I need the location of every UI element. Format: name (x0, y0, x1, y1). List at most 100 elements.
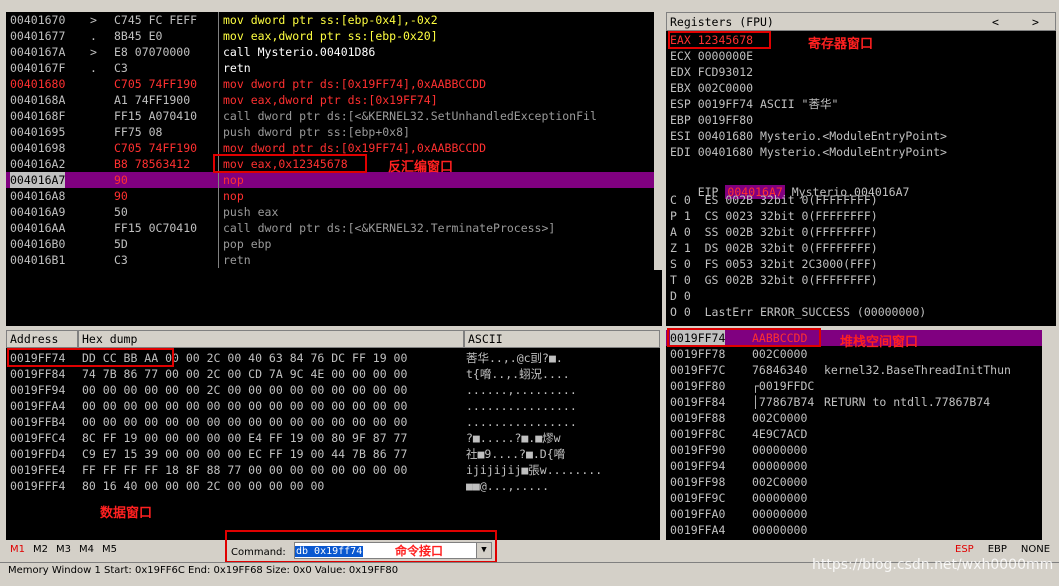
memory-tab-m3[interactable]: M3 (56, 544, 71, 555)
disasm-instruction: mov dword ptr ss:[ebp-0x4],-0x2 (218, 12, 438, 28)
disasm-row[interactable]: 0040168A A1 74FF1900 mov eax,dword ptr ds:… (6, 92, 660, 108)
stack-address: 0019FF80 (670, 379, 726, 393)
disasm-hex: 90 (114, 173, 128, 187)
stack-scrollbar[interactable] (1042, 330, 1056, 540)
memory-tab-m4[interactable]: M4 (79, 544, 94, 555)
dump-row[interactable]: 0019FFA4 00 00 00 00 00 00 00 00 00 00 00… (6, 398, 660, 414)
disasm-address: 00401698 (10, 141, 66, 155)
disasm-address: 00401695 (10, 125, 66, 139)
register-line[interactable]: ESP 0019FF74 ASCII "莕华" (670, 96, 838, 112)
dump-ascii: 社■9....?■.D{嗋 (466, 447, 566, 461)
dump-address: 0019FFA4 (10, 399, 66, 413)
disasm-hex: A1 74FF1900 (114, 93, 191, 107)
register-line[interactable]: EBP 0019FF80 (670, 112, 753, 128)
disasm-row[interactable]: 004016A7 90 nop (6, 172, 660, 188)
dump-col-hex[interactable]: Hex dump (78, 330, 464, 348)
stack-row[interactable]: 0019FF7C 76846340 kernel32.BaseThreadInitT… (666, 362, 1042, 378)
disasm-instruction: call dword ptr ds:[<&KERNEL32.TerminateP… (218, 220, 555, 236)
dump-row[interactable]: 0019FF84 74 7B 86 77 00 00 2C 00 CD 7A 9C… (6, 366, 660, 382)
stack-follow-esp-button[interactable]: ESP (955, 544, 974, 555)
nav-left-icon[interactable]: < (992, 13, 999, 31)
disasm-row[interactable]: 00401695 FF75 08 push dword ptr ss:[ebp+0x… (6, 124, 660, 140)
dump-row[interactable]: 0019FFC4 8C FF 19 00 00 00 00 00 E4 FF 19… (6, 430, 660, 446)
disasm-row[interactable]: 00401670 > C745 FC FEFF mov dword ptr ss:[e… (6, 12, 660, 28)
memory-tab-m2[interactable]: M2 (33, 544, 48, 555)
disasm-address: 004016B0 (10, 237, 66, 251)
stack-pane[interactable]: 0019FF74 AABBCCDD 0019FF78 002C0000 0019FF7C… (666, 330, 1042, 540)
dump-ascii: ......,......... (466, 383, 577, 397)
dump-row[interactable]: 0019FF94 00 00 00 00 00 00 2C 00 00 00 00… (6, 382, 660, 398)
dump-hex: 74 7B 86 77 00 00 2C 00 CD 7A 9C 4E 00 0… (82, 367, 408, 381)
register-line[interactable]: EBX 002C0000 (670, 80, 753, 96)
stack-row[interactable]: 0019FF94 00000000 (666, 458, 1042, 474)
stack-row[interactable]: 0019FF80 ┌0019FFDC (666, 378, 1042, 394)
dump-hex: C9 E7 15 39 00 00 00 00 EC FF 19 00 44 7… (82, 447, 408, 461)
stack-row[interactable]: 0019FFA0 00000000 (666, 506, 1042, 522)
stack-row[interactable]: 0019FFA4 00000000 (666, 522, 1042, 538)
memory-tab-m5[interactable]: M5 (102, 544, 117, 555)
disasm-row[interactable]: 004016A8 90 nop (6, 188, 660, 204)
stack-row[interactable]: 0019FF98 002C0000 (666, 474, 1042, 490)
disasm-instruction: pop ebp (218, 236, 271, 252)
stack-row[interactable]: 0019FF90 00000000 (666, 442, 1042, 458)
command-input[interactable]: db 0x19ff74 命令接口 ▼ (294, 542, 492, 559)
status-text: Memory Window 1 Start: 0x19FF6C End: 0x1… (8, 565, 399, 576)
register-line[interactable]: ESI 00401680 Mysterio.<ModuleEntryPoint> (670, 128, 947, 144)
stack-value: 00000000 (752, 523, 808, 537)
disasm-address: 00401680 (10, 77, 66, 91)
eip-row[interactable]: EIP 004016A7 Mysterio.004016A7 (670, 168, 909, 199)
register-line[interactable]: EDX FCD93012 (670, 64, 753, 80)
flag-line[interactable]: O 0 LastErr ERROR_SUCCESS (00000000) (670, 304, 926, 320)
disasm-row[interactable]: 004016AA FF15 0C70410 call dword ptr ds:[<… (6, 220, 660, 236)
dump-row[interactable]: 0019FFD4 C9 E7 15 39 00 00 00 00 EC FF 19… (6, 446, 660, 462)
disasm-row[interactable]: 004016A9 50 push eax (6, 204, 660, 220)
eax-highlight-box (668, 31, 771, 49)
disasm-row[interactable]: 004016B0 5D pop ebp (6, 236, 660, 252)
disasm-row[interactable]: 00401677. 8B45 E0 mov eax,dword ptr ss:[eb… (6, 28, 660, 44)
stack-value: 4E9C7ACD (752, 427, 808, 441)
flag-line[interactable]: T 0 GS 002B 32bit 0(FFFFFFFF) (670, 272, 878, 288)
disasm-address: 0040168F (10, 109, 66, 123)
disasm-instruction: push dword ptr ss:[ebp+0x8] (218, 124, 410, 140)
registers-pane[interactable]: Registers (FPU) < > EAX 12345678 ECX 0000… (666, 12, 1056, 326)
status-bar: Memory Window 1 Start: 0x19FF6C End: 0x1… (0, 557, 1059, 586)
stack-follow-ebp-button[interactable]: EBP (988, 544, 1007, 555)
dropdown-arrow-icon[interactable]: ▼ (476, 543, 491, 558)
stack-address: 0019FF9C (670, 491, 726, 505)
register-line[interactable]: EDI 00401680 Mysterio.<ModuleEntryPoint> (670, 144, 947, 160)
flag-line[interactable]: C 0 ES 002B 32bit 0(FFFFFFFF) (670, 192, 878, 208)
disassembler-pane[interactable]: 00401670 > C745 FC FEFF mov dword ptr ss:[e… (6, 12, 660, 270)
dump-row[interactable]: 0019FFB4 00 00 00 00 00 00 00 00 00 00 00… (6, 414, 660, 430)
dump-row[interactable]: 0019FFE4 FF FF FF FF 18 8F 88 77 00 00 00… (6, 462, 660, 478)
dump-row[interactable]: 0019FFF4 80 16 40 00 00 00 2C 00 00 00 00… (6, 478, 660, 494)
disasm-row[interactable]: 0040167F. C3 retn (6, 60, 660, 76)
disasm-row[interactable]: 0040167A > E8 07070000 call Mysterio.00401D… (6, 44, 660, 60)
stack-row[interactable]: 0019FF84 │77867B74 RETURN to ntdll.77867B7… (666, 394, 1042, 410)
disasm-hex: FF15 0C70410 (114, 221, 198, 235)
disasm-scrollbar[interactable] (654, 12, 662, 270)
dump-col-address[interactable]: Address (6, 330, 78, 348)
stack-row[interactable]: 0019FF9C 00000000 (666, 490, 1042, 506)
dump-hex: 8C FF 19 00 00 00 00 00 E4 FF 19 00 80 9… (82, 431, 408, 445)
stack-row[interactable]: 0019FF8C 4E9C7ACD (666, 426, 1042, 442)
dump-col-ascii[interactable]: ASCII (464, 330, 660, 348)
dump-address: 0019FFB4 (10, 415, 66, 429)
disasm-row[interactable]: 0040168F FF15 A070410 call dword ptr ds:[<… (6, 108, 660, 124)
stack-row[interactable]: 0019FF88 002C0000 (666, 410, 1042, 426)
flag-line[interactable]: S 0 FS 0053 32bit 2C3000(FFF) (670, 256, 878, 272)
disasm-row[interactable]: 004016B1 C3 retn (6, 252, 660, 268)
flag-line[interactable]: A 0 SS 002B 32bit 0(FFFFFFFF) (670, 224, 878, 240)
disasm-hex: FF15 A070410 (114, 109, 198, 123)
dump-ascii: 莕华..,.@c刯?■. (466, 351, 563, 365)
flag-line[interactable]: P 1 CS 0023 32bit 0(FFFFFFFF) (670, 208, 878, 224)
nav-right-icon[interactable]: > (1032, 13, 1039, 31)
stack-follow-none-button[interactable]: NONE (1021, 544, 1050, 555)
disasm-hex: B8 78563412 (114, 157, 191, 171)
dump-ascii: ................ (466, 415, 577, 429)
register-line[interactable]: ECX 0000000E (670, 48, 753, 64)
flag-line[interactable]: Z 1 DS 002B 32bit 0(FFFFFFFF) (670, 240, 878, 256)
stack-address: 0019FF98 (670, 475, 726, 489)
disasm-row[interactable]: 00401680 C705 74FF190 mov dword ptr ds:[0x… (6, 76, 660, 92)
memory-tab-m1[interactable]: M1 (10, 544, 25, 555)
flag-line[interactable]: D 0 (670, 288, 691, 304)
